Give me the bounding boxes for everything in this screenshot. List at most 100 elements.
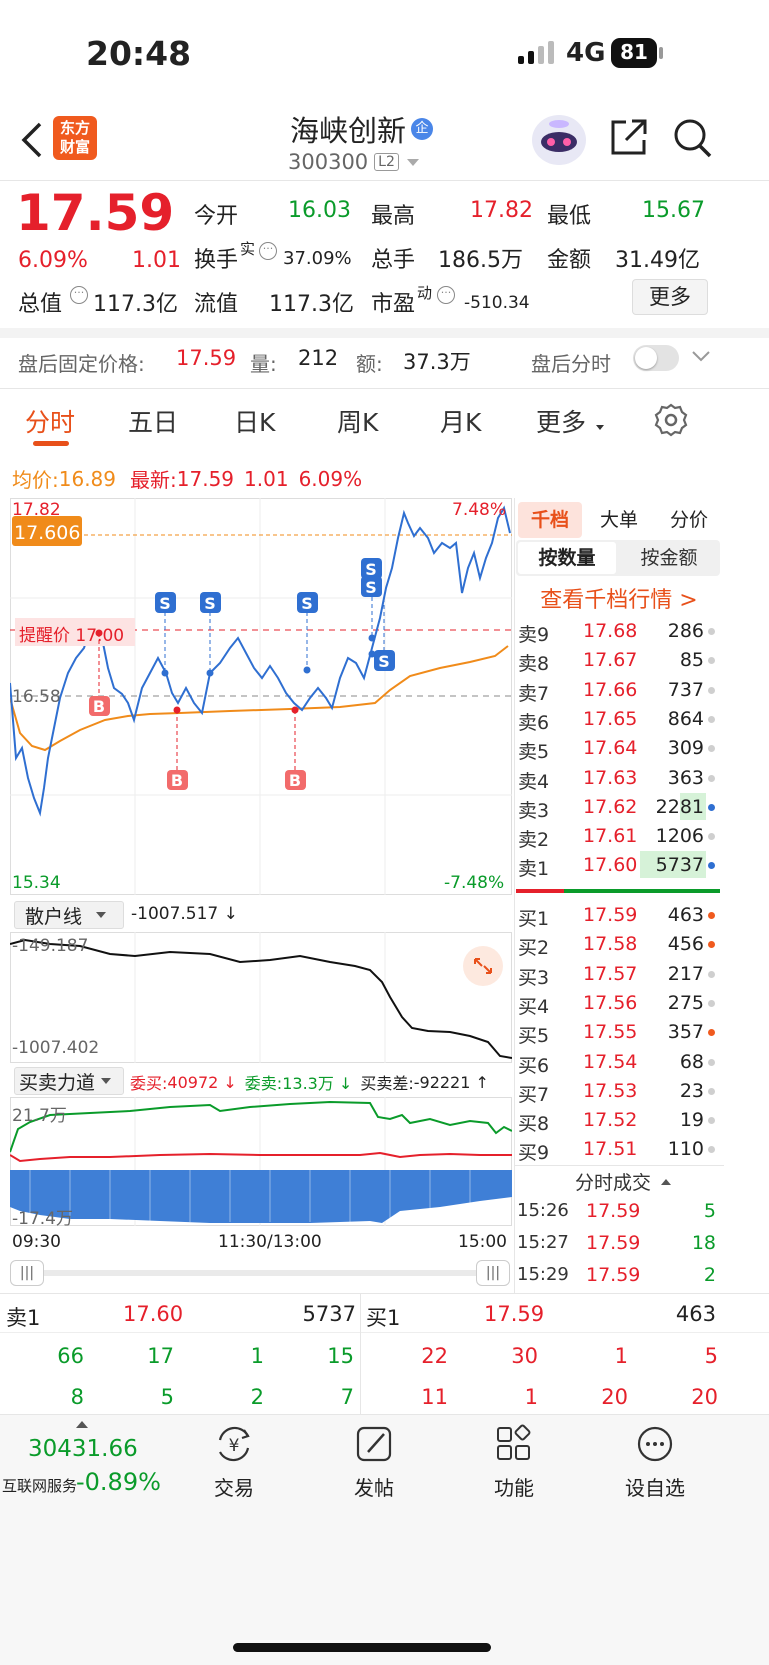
tab-4[interactable]: 周K [337,403,378,439]
bid-label: 委买: [130,1074,168,1093]
search-icon[interactable] [672,116,714,160]
bids-level-price: 17.57 [583,962,638,985]
asks-level-label: 卖1 [518,858,550,881]
ask-value: 13.3万 ↓ [282,1074,353,1093]
tab-3[interactable]: 日K [234,403,275,439]
level-dot [708,1117,715,1125]
time-range-scrollbar[interactable]: ||| ||| [10,1260,510,1286]
chevron-down-icon[interactable] [690,348,712,368]
trade-price: 17.59 [586,1264,641,1286]
mktcap-value: 117.3亿 [93,292,178,317]
open-value: 16.03 [288,198,351,223]
asks-level-volume: 737 [667,678,704,701]
trade-price: 17.59 [586,1232,641,1254]
more-button[interactable]: 更多 [632,279,708,315]
subtab-by-amount[interactable]: 按金额 [620,542,718,574]
trade-button[interactable]: ¥ 交易 [204,1424,264,1501]
stock-code: 300300 [288,150,369,174]
float-value: 117.3亿 [269,292,354,317]
bids-level-label: 买8 [518,1113,550,1136]
last-label: 最新: [130,468,177,492]
function-button[interactable]: 功能 [484,1424,544,1501]
asks-level-volume: 309 [667,737,704,760]
tab-big-orders[interactable]: 大单 [586,502,652,538]
queue-ask-order: 8 [70,1385,84,1409]
level-dot [708,833,715,841]
tab-1[interactable]: 分时 [25,403,75,439]
trade-time: 15:29 [517,1264,569,1285]
scroll-handle-left[interactable]: ||| [10,1260,44,1286]
queue-ask-order: 1 [250,1344,264,1368]
y-axis-low: 15.34 [12,873,61,893]
subtab-by-quantity[interactable]: 按数量 [518,542,616,574]
queue-ask-order: 66 [57,1344,84,1368]
asks-level-label: 卖3 [518,799,550,822]
settings-gear-icon[interactable] [654,403,688,437]
bids-level-price: 17.51 [583,1138,638,1161]
turnover-label: 换手 [194,248,239,273]
asks-level-volume: 363 [667,766,704,789]
queue-bid-vol: 463 [675,1302,716,1326]
battery-level: 81 [620,40,648,64]
queue-bid-label: 买1 [366,1306,401,1330]
legend-pct: 6.09% [298,466,363,491]
trades-header[interactable]: 分时成交 [575,1168,672,1195]
scroll-handle-right[interactable]: ||| [476,1260,510,1286]
bid-value: 40972 ↓ [167,1072,237,1092]
queue-bid-price: 17.59 [484,1302,545,1326]
info-icon[interactable]: ··· [259,242,277,260]
robot-assistant-icon[interactable] [530,112,588,166]
queue-ask-order: 5 [160,1385,174,1409]
float-label: 流值 [194,292,239,317]
force-indicator-selector[interactable]: 买卖力道 [14,1067,124,1095]
share-icon[interactable] [608,116,650,158]
level-dot [708,803,715,811]
asks-level-volume: 5737 [655,854,704,877]
after-hours-amt: 37.3万 [403,350,471,374]
back-button[interactable] [14,120,50,160]
high-label: 最高 [371,204,416,229]
tab-6[interactable]: 更多 [536,403,586,439]
asks-level-label: 卖9 [518,624,550,646]
intraday-chart[interactable]: S S S S S S B B B [10,498,512,898]
alert-price-label[interactable]: 提醒价 17.00 [19,621,124,646]
sell-marker-label: S [204,594,216,613]
watchlist-button[interactable]: 设自选 [615,1424,695,1501]
after-hours-label: 盘后固定价格: [18,352,145,376]
asks-level-label: 卖7 [518,682,550,705]
retail-indicator-selector[interactable]: 散户线 [14,901,124,929]
after-hours-price: 17.59 [176,346,237,370]
bids-level-price: 17.59 [583,904,638,926]
level-dot [708,1029,715,1037]
post-button[interactable]: 发帖 [344,1424,404,1501]
bids-level-price: 17.55 [583,1021,638,1044]
depth-detail-link[interactable]: 查看千档行情 > [516,582,722,614]
turnover-value: 37.09% [283,248,352,269]
info-icon[interactable]: ··· [70,286,88,304]
tab-qiandang[interactable]: 千档 [518,502,582,538]
tab-2[interactable]: 五日 [128,403,178,439]
amount-label: 金额 [547,248,592,273]
bids-level-volume: 456 [667,933,704,956]
tab-price-dist[interactable]: 分价 [656,502,722,538]
svg-text:¥: ¥ [229,1436,240,1456]
after-hours-toggle[interactable] [633,345,679,371]
app-logo[interactable]: 东方 财富 [53,116,97,160]
stock-code-selector[interactable]: 300300 L2 [288,150,419,174]
volume-label: 总手 [371,248,416,273]
index-value[interactable]: 30431.66 [28,1436,138,1462]
asks-level-label: 卖5 [518,741,550,764]
current-price-marker: 17.606 [14,522,81,544]
buy-marker-label: B [93,697,105,716]
sell-marker-label: S [378,652,390,671]
time-axis-mid: 11:30/13:00 [218,1232,322,1252]
expand-icon[interactable] [463,946,503,986]
last-value: 17.59 [176,466,235,491]
asks-level-label: 卖2 [518,829,550,852]
asks-level-volume: 2281 [655,795,704,818]
caret-up-icon [661,1178,672,1185]
tab-5[interactable]: 月K [440,403,481,439]
chevron-left-icon [21,122,42,158]
force-indicator-name: 买卖力道 [19,1071,96,1094]
info-icon[interactable]: ··· [437,286,455,304]
